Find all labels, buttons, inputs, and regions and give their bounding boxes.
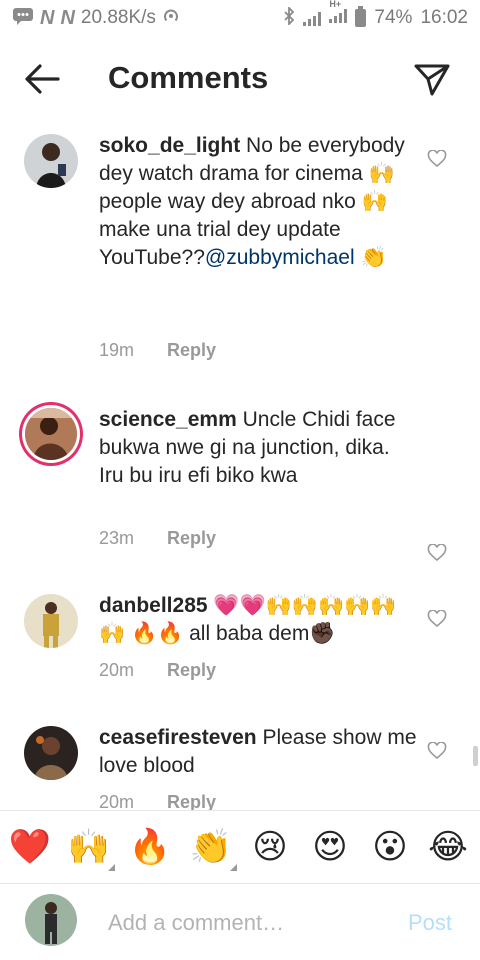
heart-outline-icon	[427, 543, 447, 562]
signal-icon: H+	[329, 0, 348, 29]
avatar	[25, 894, 77, 946]
emoji-button[interactable]: 😮	[368, 825, 412, 869]
heart-outline-icon	[427, 149, 447, 168]
skin-tone-indicator-icon	[108, 864, 115, 871]
comment-username[interactable]: danbell285	[99, 594, 208, 617]
comment-meta: 20m Reply	[99, 792, 216, 810]
status-bar: N N 20.88K/s H+ 74% 16:02	[0, 0, 480, 36]
emoji-button[interactable]: 😍	[308, 825, 352, 869]
n-icon: N	[60, 6, 75, 29]
reply-button[interactable]: Reply	[167, 792, 216, 810]
emoji-button[interactable]: 😢	[248, 825, 292, 869]
reply-button[interactable]: Reply	[167, 340, 216, 360]
comment-username[interactable]: ceasefiresteven	[99, 726, 257, 749]
emoji-button[interactable]: 🙌	[67, 825, 115, 871]
hotspot-icon	[162, 7, 180, 30]
comments-list[interactable]: soko_de_light No be everybody dey watch …	[0, 122, 480, 810]
comment-text: ceasefiresteven Please show me love bloo…	[99, 726, 417, 777]
paper-plane-icon	[414, 64, 450, 96]
share-button[interactable]	[412, 60, 452, 100]
comment-input[interactable]: Add a comment…	[108, 910, 284, 936]
comment-username[interactable]: soko_de_light	[99, 134, 240, 157]
heart-outline-icon	[427, 609, 447, 628]
comment-time: 23m	[99, 528, 135, 548]
header: Comments	[0, 36, 480, 122]
scrollbar[interactable]	[473, 746, 478, 766]
like-button[interactable]	[427, 149, 447, 168]
network-speed: 20.88K/s	[80, 7, 156, 28]
like-button[interactable]	[427, 741, 447, 760]
avatar[interactable]	[24, 134, 78, 188]
page-title: Comments	[108, 60, 269, 95]
n-icon: N	[40, 6, 55, 29]
arrow-left-icon	[25, 64, 60, 94]
battery-icon	[355, 6, 367, 27]
clock: 16:02	[420, 7, 468, 28]
comment-meta: 23m Reply	[99, 528, 216, 549]
post-button[interactable]: Post	[408, 910, 452, 936]
emoji-button[interactable]: 😂	[426, 825, 470, 869]
comment-time: 20m	[99, 792, 135, 810]
skin-tone-indicator-icon	[230, 864, 237, 871]
reply-button[interactable]: Reply	[167, 528, 216, 548]
like-button[interactable]	[427, 543, 447, 562]
like-button[interactable]	[427, 609, 447, 628]
comment-username[interactable]: science_emm	[99, 408, 237, 431]
signal-icon	[303, 10, 322, 26]
reply-button[interactable]: Reply	[167, 660, 216, 680]
add-comment-bar: Add a comment… Post	[0, 884, 480, 960]
back-button[interactable]	[22, 62, 62, 96]
chat-icon	[12, 7, 34, 30]
battery-percent: 74%	[374, 7, 413, 28]
mention-link[interactable]: @zubbymichael	[205, 246, 355, 269]
comment-text: science_emm Uncle Chidi face bukwa nwe g…	[99, 408, 396, 487]
avatar[interactable]	[24, 726, 78, 780]
comment-text: danbell285 💗💗🙌🙌🙌🙌🙌🙌 🔥🔥 all baba dem✊🏿	[99, 594, 397, 645]
heart-outline-icon	[427, 741, 447, 760]
emoji-quick-bar: ❤️ 🙌 🔥 👏 😢 😍 😮 😂	[0, 810, 480, 884]
emoji-button[interactable]: 👏	[189, 825, 237, 871]
avatar[interactable]	[24, 594, 78, 648]
comment-meta: 20m Reply	[99, 660, 216, 681]
comment-meta: 19m Reply	[99, 340, 216, 361]
comment-time: 20m	[99, 660, 135, 680]
emoji-button[interactable]: 🔥	[128, 825, 172, 869]
comment-time: 19m	[99, 340, 135, 360]
avatar[interactable]	[25, 408, 77, 460]
bluetooth-icon	[283, 5, 295, 30]
emoji-button[interactable]: ❤️	[8, 825, 52, 869]
comment-text: soko_de_light No be everybody dey watch …	[99, 134, 405, 269]
